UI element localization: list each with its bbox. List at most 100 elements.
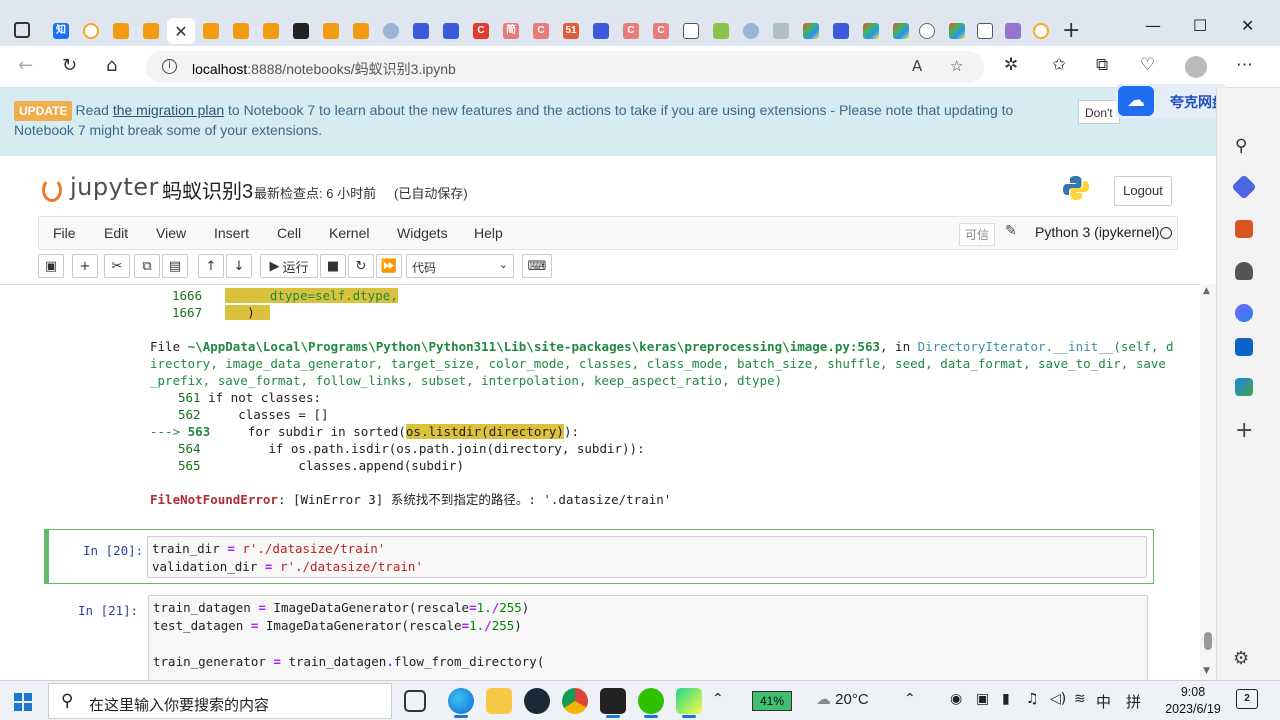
chevron-up-icon[interactable]: ⌃ [712,691,724,707]
ime-mode[interactable]: 拼 [1126,691,1141,712]
tab-csdn[interactable]: C [648,18,674,44]
menu-widgets[interactable]: Widgets [397,225,448,241]
tab-color[interactable] [798,18,824,44]
window-close-icon[interactable]: ✕ [1241,16,1254,35]
tab-dots[interactable] [768,18,794,44]
tab-baidu[interactable] [588,18,614,44]
tab-baidu[interactable] [438,18,464,44]
url-bar[interactable]: i localhost:8888/notebooks/蚂蚁识别3.ipynb A… [146,51,984,83]
cell-editor[interactable]: train_dir = r'./datasize/train' validati… [147,536,1147,578]
menu-insert[interactable]: Insert [214,225,249,241]
menu-cell[interactable]: Cell [277,225,301,241]
outlook-icon[interactable] [1235,338,1253,356]
command-palette-button[interactable]: ⌨ [522,254,552,278]
tab-zhihu[interactable]: 知 [48,18,74,44]
steam-icon[interactable] [524,688,550,714]
interrupt-button[interactable]: ■ [320,254,346,278]
jupyter-logo-text[interactable]: jupyter [70,173,159,201]
battery-indicator[interactable]: 41% [752,691,792,711]
pycharm-icon[interactable] [676,688,702,718]
file-explorer-icon[interactable] [486,688,512,714]
task-view-icon[interactable] [404,690,426,712]
add-sidebar-app-icon[interactable]: + [1235,418,1253,443]
tab-doc[interactable] [108,18,134,44]
tab-baidu[interactable] [828,18,854,44]
kernel-name[interactable]: Python 3 (ipykernel) [1035,224,1160,240]
tab-51cto[interactable]: 51 [558,18,584,44]
copy-button[interactable]: ⧉ [134,254,160,278]
menu-view[interactable]: View [156,225,186,241]
menu-file[interactable]: File [53,225,76,241]
usb-icon[interactable]: ▮ [1002,691,1010,707]
notification-center-icon[interactable]: 2 [1236,689,1258,709]
new-tab-icon[interactable]: + [1062,18,1080,43]
tab-chart[interactable] [708,18,734,44]
tag-icon[interactable] [1231,174,1257,200]
home-icon[interactable]: ⌂ [106,55,117,76]
tab-crown[interactable] [288,18,314,44]
move-up-button[interactable]: ↑ [198,254,224,278]
profile-avatar[interactable] [1185,56,1207,78]
terminal-icon[interactable] [600,688,626,718]
paste-button[interactable]: ▤ [162,254,188,278]
tab-doc[interactable] [318,18,344,44]
tab-doc[interactable] [348,18,374,44]
notebook-name[interactable]: 蚂蚁识别3 [162,175,253,204]
toolbox-icon[interactable] [1235,220,1253,238]
menu-edit[interactable]: Edit [104,225,128,241]
clock[interactable]: 9:08 2023/6/19 [1158,684,1228,718]
quark-drive-widget[interactable]: ☁ 夸克网盘 [1116,84,1226,118]
tab-doc[interactable] [228,18,254,44]
back-icon[interactable]: ← [18,55,33,76]
wechat-icon[interactable] [638,688,664,718]
volume-icon[interactable]: ◁) [1050,691,1066,707]
tab-color[interactable] [944,18,970,44]
code-line[interactable]: train_generator = train_datagen.flow_fro… [153,653,544,671]
chess-icon[interactable] [1235,262,1253,280]
tab-gear[interactable] [914,18,940,44]
tab-baidu[interactable] [408,18,434,44]
tab-doc[interactable] [198,18,224,44]
site-info-icon[interactable]: i [162,59,177,74]
tab-jianshu[interactable]: 简 [498,18,524,44]
tab-window[interactable] [678,18,704,44]
edit-pencil-icon[interactable]: ✎ [1005,223,1017,239]
tab-color[interactable] [858,18,884,44]
cut-button[interactable]: ✂ [104,254,130,278]
settings-gear-icon[interactable]: ⚙ [1233,648,1249,669]
send-icon[interactable] [1235,378,1253,396]
tab-doc[interactable] [258,18,284,44]
tab-color[interactable] [888,18,914,44]
notebook-container[interactable]: 1666 dtype=self.dtype, 1667 ) File ~\App… [0,284,1200,680]
restart-button[interactable]: ↻ [348,254,374,278]
notebook-scrollbar[interactable]: ▲ ▼ [1200,284,1216,680]
tab-shield[interactable] [1000,18,1026,44]
code-line[interactable]: train_dir = r'./datasize/train' [152,540,385,558]
migration-plan-link[interactable]: the migration plan [113,102,224,118]
read-aloud-icon[interactable]: A [912,57,922,75]
minimize-icon[interactable]: — [1145,16,1161,35]
logout-button[interactable]: Logout [1114,176,1172,206]
favorites-icon[interactable]: ✩ [1052,55,1066,75]
screenshot-icon[interactable]: ▣ [976,691,989,707]
scroll-up-icon[interactable]: ▲ [1203,286,1210,296]
search-icon[interactable]: ⚲ [1235,136,1247,156]
weather-widget[interactable]: ☁ 20°C [816,690,869,708]
close-icon[interactable]: ✕ [174,22,187,41]
tab-search[interactable] [378,18,404,44]
extensions-icon[interactable]: ✲ [1004,55,1018,75]
chrome-icon[interactable] [562,688,588,714]
menu-kernel[interactable]: Kernel [329,225,369,241]
taskbar-search-placeholder[interactable]: 在这里输入你要搜索的内容 [89,694,269,715]
reload-icon[interactable]: ↻ [62,55,77,76]
url-text[interactable]: localhost:8888/notebooks/蚂蚁识别3.ipynb [192,59,456,79]
code-cell-selected[interactable]: In [20]: train_dir = r'./datasize/train'… [44,529,1154,584]
insert-cell-button[interactable]: + [72,254,98,278]
scrollbar-thumb[interactable] [1204,632,1212,650]
performance-icon[interactable]: ♡ [1140,55,1155,75]
maximize-icon[interactable]: ☐ [1193,16,1207,35]
code-line[interactable]: train_datagen = ImageDataGenerator(resca… [153,599,529,617]
tab-csdn[interactable]: C [528,18,554,44]
windows-start-icon[interactable] [14,693,32,711]
tab-window[interactable] [972,18,998,44]
